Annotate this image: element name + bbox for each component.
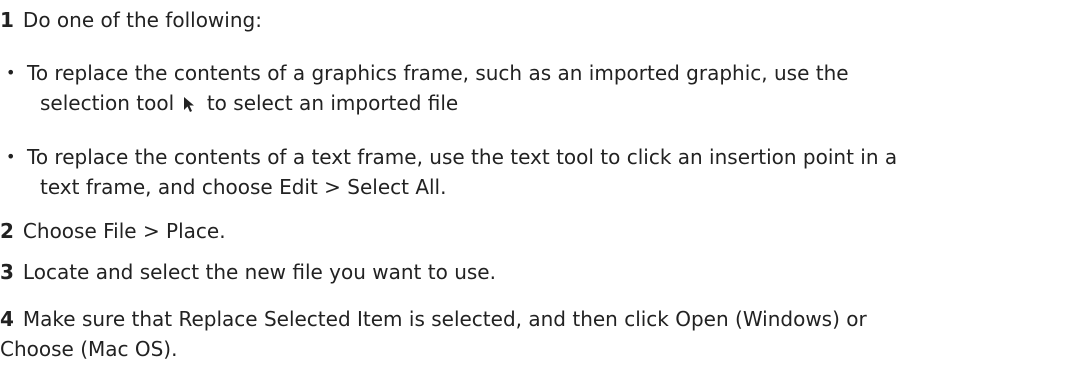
step-text-line: Choose (Mac OS). bbox=[0, 337, 178, 361]
bullet-text-fragment: selection tool bbox=[40, 91, 175, 115]
bullet-item-text-frame: • To replace the contents of a text fram… bbox=[0, 142, 897, 202]
bullet-marker: • bbox=[6, 147, 16, 166]
step-number: 4 bbox=[0, 307, 14, 331]
step-number: 1 bbox=[0, 8, 14, 32]
bullet-text-line: text frame, and choose Edit > Select All… bbox=[40, 175, 447, 199]
step-text-line: 4 Make sure that Replace Selected Item is… bbox=[0, 304, 867, 334]
step-text: Locate and select the new file you want … bbox=[22, 260, 496, 284]
step-text: Do one of the following: bbox=[22, 8, 262, 32]
step-text: Make sure that Replace Selected Item is … bbox=[22, 307, 867, 331]
step-number: 3 bbox=[0, 260, 14, 284]
step-2: 2 Choose File > Place. bbox=[0, 216, 226, 246]
step-4: 4 Make sure that Replace Selected Item is… bbox=[0, 304, 867, 364]
bullet-marker: • bbox=[6, 63, 16, 82]
bullet-text-fragment: to select an imported file bbox=[206, 91, 459, 115]
step-1: 1 Do one of the following: bbox=[0, 5, 262, 35]
bullet-text-line: To replace the contents of a graphics fr… bbox=[27, 61, 849, 85]
bullet-item-graphics-frame: • To replace the contents of a graphics … bbox=[0, 58, 849, 118]
step-3: 3 Locate and select the new file you want… bbox=[0, 257, 496, 287]
selection-tool-arrow-icon bbox=[182, 91, 196, 112]
bullet-text-line: selection tool to select an imported fil… bbox=[0, 88, 849, 118]
step-number: 2 bbox=[0, 219, 14, 243]
step-text: Choose File > Place. bbox=[22, 219, 226, 243]
bullet-text-line: To replace the contents of a text frame,… bbox=[27, 145, 898, 169]
document-page: 1 Do one of the following: • To replace t… bbox=[0, 0, 1087, 366]
